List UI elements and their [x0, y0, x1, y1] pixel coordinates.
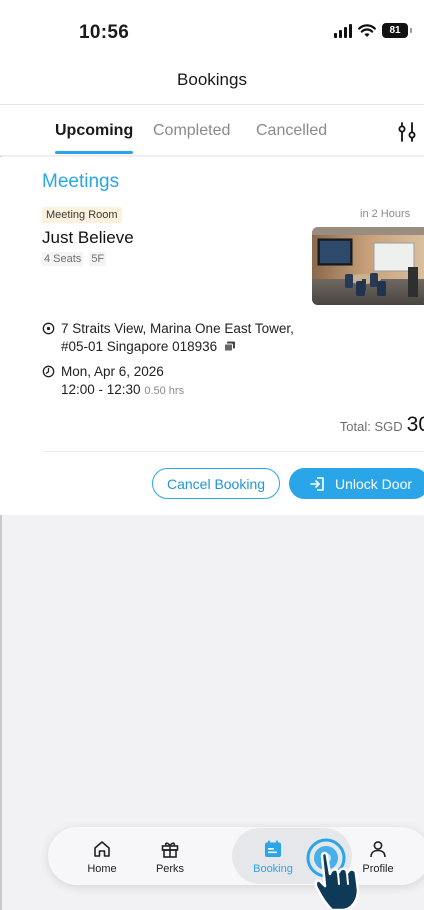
address-line-2: #05-01 Singapore 018936: [61, 339, 218, 354]
tab-upcoming[interactable]: Upcoming: [55, 122, 133, 140]
signal-icon: [334, 23, 352, 38]
nav-item-home[interactable]: Home: [76, 827, 128, 885]
booking-tabs: Upcoming Completed Cancelled: [0, 104, 424, 156]
filter-sliders-icon[interactable]: [396, 121, 420, 143]
app-screen: 10:56 81 Bookings Upcoming Completed Can…: [0, 0, 424, 910]
copy-icon[interactable]: [223, 341, 236, 352]
tab-completed[interactable]: Completed: [153, 122, 230, 140]
section-title: Meetings: [42, 171, 120, 192]
cancel-booking-button[interactable]: Cancel Booking: [152, 468, 280, 499]
status-bar: 10:56 81: [0, 0, 424, 62]
floor-tag: 5F: [89, 252, 107, 266]
room-photo[interactable]: [312, 227, 424, 305]
nav-label-booking: Booking: [253, 862, 293, 875]
booking-date: Mon, Apr 6, 2026: [61, 364, 164, 379]
status-time: 10:56: [79, 22, 130, 43]
seats-tag: 4 Seats: [42, 252, 84, 266]
room-type-badge: Meeting Room: [42, 207, 122, 223]
time-until-label: in 2 Hours: [360, 208, 411, 220]
tab-cancelled[interactable]: Cancelled: [256, 122, 327, 140]
status-indicators: 81: [334, 23, 412, 38]
total-amount: 30: [406, 413, 424, 436]
calendar-icon: [265, 840, 281, 857]
card-divider: [42, 451, 424, 452]
wifi-icon: [358, 23, 376, 37]
booking-time-range: 12:00 - 12:30: [61, 382, 141, 397]
battery-icon: 81: [382, 23, 412, 38]
app-header: Bookings: [0, 62, 424, 104]
address-row: 7 Straits View, Marina One East Tower, #…: [42, 320, 294, 356]
nav-label-home: Home: [87, 862, 117, 875]
unlock-door-button[interactable]: Unlock Door: [289, 468, 424, 499]
total-label: Total: SGD: [339, 419, 403, 434]
nav-label-perks: Perks: [155, 862, 185, 875]
door-enter-icon: [310, 476, 324, 491]
booking-duration: 0.50 hrs: [144, 385, 185, 397]
nav-item-perks[interactable]: Perks: [144, 827, 196, 885]
date-row: Mon, Apr 6, 2026 12:00 - 12:30 0.50 hrs: [42, 363, 184, 400]
booking-total: Total: SGD 30: [340, 413, 424, 437]
address-line-1: 7 Straits View, Marina One East Tower,: [61, 321, 294, 336]
active-tab-indicator: [55, 151, 133, 154]
location-pin-icon: [42, 322, 55, 335]
home-icon: [94, 840, 110, 857]
clock-icon: [42, 365, 55, 378]
gift-icon: [161, 841, 179, 858]
booking-list: Meetings Meeting Room in 2 Hours Just Be…: [0, 157, 424, 515]
page-title: Bookings: [177, 70, 247, 89]
room-name[interactable]: Just Believe: [42, 228, 134, 248]
unlock-door-label: Unlock Door: [335, 475, 413, 492]
tap-gesture-hand-icon: [306, 838, 360, 910]
room-meta: 4 Seats 5F: [42, 252, 107, 266]
